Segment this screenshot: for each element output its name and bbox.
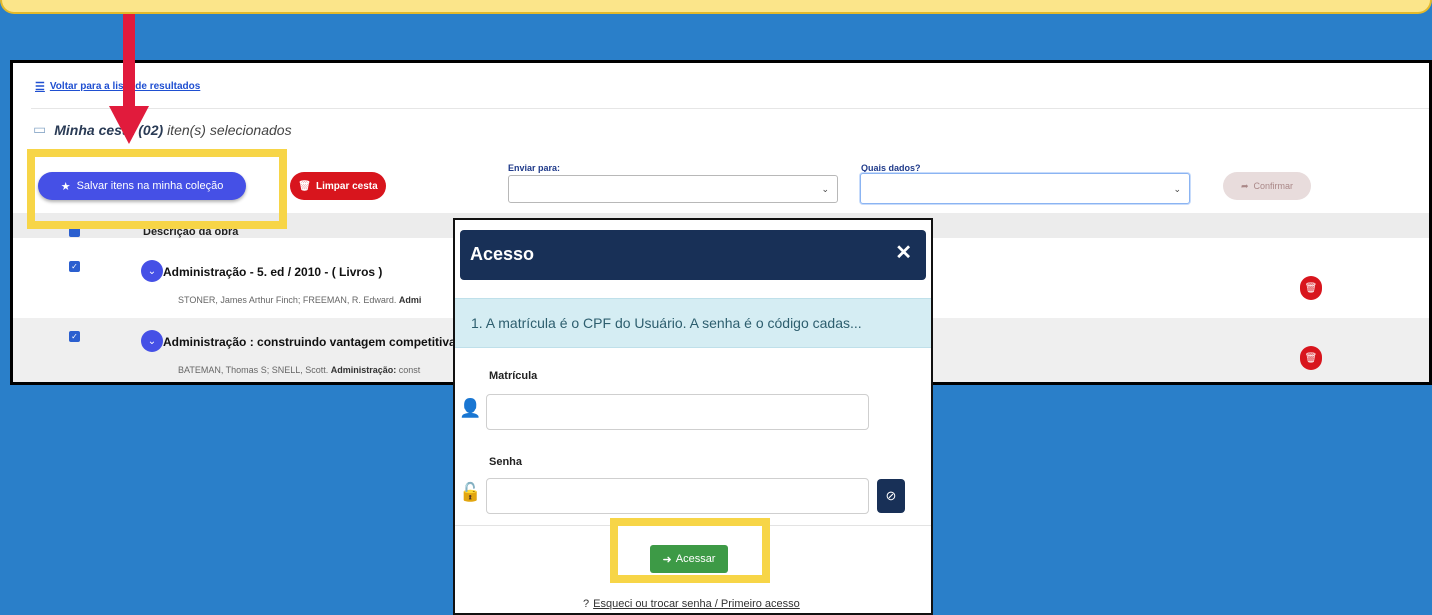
basket-icon: ▭ [33,121,47,137]
which-data-label: Quais dados? [861,163,921,173]
confirm-button[interactable]: ➦ Confirmar [1223,172,1311,200]
expand-toggle[interactable]: ⌄ [141,330,163,352]
highlight-save-button [27,149,287,229]
work-authors: STONER, James Arthur Finch; FREEMAN, R. … [178,295,422,305]
which-data-select[interactable]: ⌄ [860,173,1190,204]
chevron-down-icon: ⌄ [147,335,157,347]
info-text: 1. A matrícula é o CPF do Usuário. A sen… [471,315,862,331]
close-icon[interactable]: ✕ [895,240,912,265]
chevron-down-icon: ⌄ [821,184,829,194]
share-icon: ➦ [1240,180,1249,191]
top-banner [0,0,1432,14]
forgot-password-link[interactable]: ? Esqueci ou trocar senha / Primeiro aces… [583,598,800,610]
remove-item-button[interactable]: 🗑 [1300,346,1322,370]
eye-slash-icon[interactable]: ⊘ [877,479,905,513]
list-icon: ☰ [35,81,45,93]
info-banner: 1. A matrícula é o CPF do Usuário. A sen… [455,298,931,348]
modal-header: Acesso ✕ [460,230,926,280]
trash-icon: 🗑 [298,180,311,192]
clear-basket-label: Limpar cesta [316,180,378,192]
unlock-icon: 🔓 [459,482,482,502]
pointer-arrow [123,14,135,109]
question-circle-icon: ? [583,598,590,610]
work-title: Administração : construindo vantagem com… [163,335,474,349]
confirm-label: Confirmar [1253,181,1294,191]
senha-input[interactable] [486,478,869,514]
basket-suffix: iten(s) selecionados [167,121,292,138]
row-checkbox[interactable]: ✓ [69,261,80,272]
send-to-label: Enviar para: [508,163,561,173]
chevron-down-icon: ⌄ [1173,184,1181,194]
highlight-login-button [610,518,770,583]
row-checkbox[interactable]: ✓ [69,331,80,342]
trash-icon: 🗑 [1304,282,1318,294]
remove-item-button[interactable]: 🗑 [1300,276,1322,300]
basket-summary: ▭ Minha cesta (02) iten(s) selecionados [33,121,292,138]
chevron-down-icon: ⌄ [147,265,157,277]
matricula-input[interactable] [486,394,869,430]
send-to-select[interactable]: ⌄ [508,175,838,203]
back-to-results-link[interactable]: ☰ Voltar para a lista de resultados [35,80,200,93]
user-icon: 👤 [459,398,482,418]
trash-icon: 🗑 [1304,352,1318,364]
expand-toggle[interactable]: ⌄ [141,260,163,282]
senha-label: Senha [489,456,523,468]
modal-title: Acesso [470,244,535,264]
work-title: Administração - 5. ed / 2010 - ( Livros … [163,265,383,279]
pointer-arrow-head [109,106,149,144]
matricula-label: Matrícula [489,370,538,382]
clear-basket-button[interactable]: 🗑 Limpar cesta [290,172,386,200]
work-authors: BATEMAN, Thomas S; SNELL, Scott. Adminis… [178,365,421,375]
divider [31,108,1429,109]
